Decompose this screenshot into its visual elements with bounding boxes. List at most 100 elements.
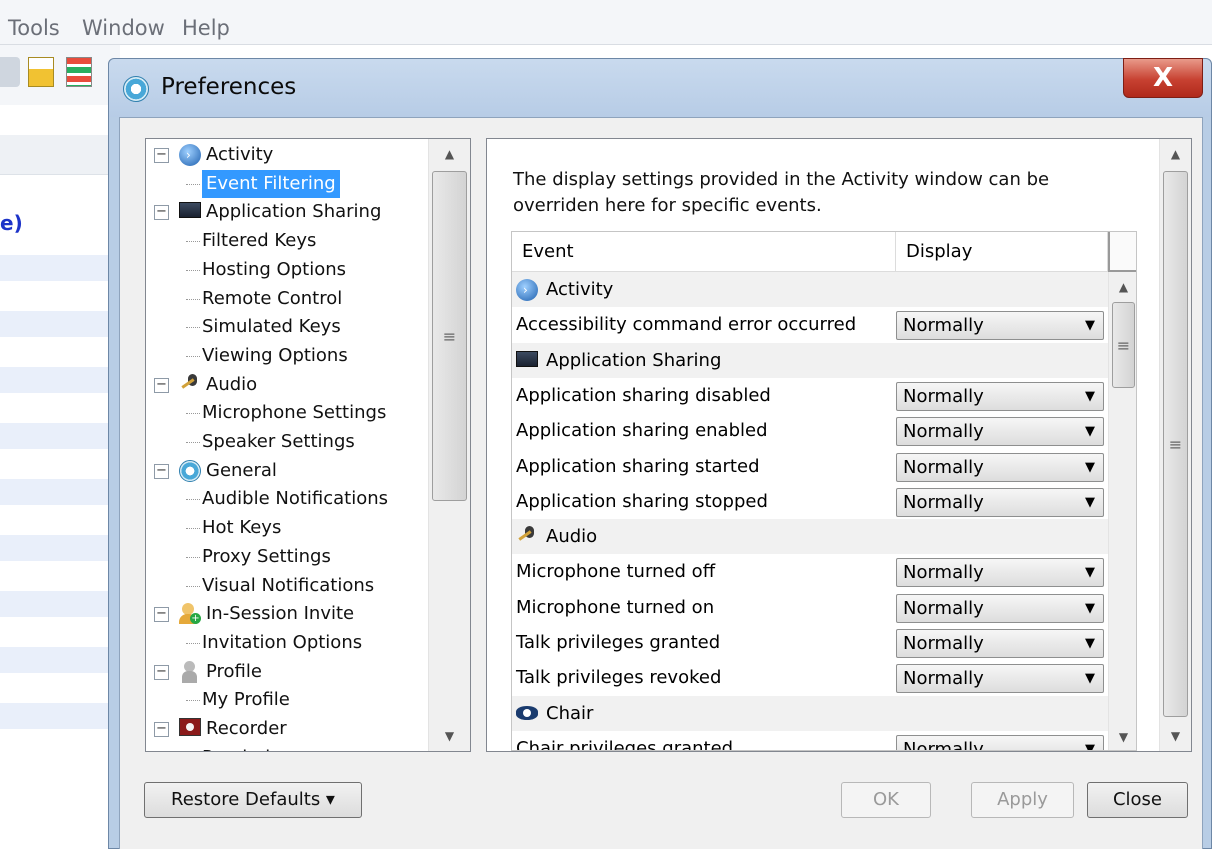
list-item xyxy=(0,535,118,561)
dialog-titlebar[interactable]: Preferences X xyxy=(109,58,1211,117)
tree-item-label: Speaker Settings xyxy=(202,431,355,452)
table-row[interactable]: Talk privileges revoked Normally ▼ xyxy=(512,660,1108,695)
tree-item-hot-keys[interactable]: Hot Keys xyxy=(146,514,428,542)
display-dropdown[interactable]: Normally ▼ xyxy=(896,664,1104,694)
column-header-display[interactable]: Display xyxy=(896,232,1108,272)
tree-item-filtered-keys[interactable]: Filtered Keys xyxy=(146,227,428,255)
tree-item-label: Visual Notifications xyxy=(202,574,375,596)
activity-icon: › xyxy=(516,279,538,301)
menu-tools[interactable]: Tools xyxy=(8,16,60,40)
background-partial-link[interactable]: e) xyxy=(0,211,23,235)
apply-button[interactable]: Apply xyxy=(971,782,1074,818)
tree-item-label: Reminder xyxy=(202,744,289,751)
list-item xyxy=(0,367,118,393)
table-scrollbar[interactable]: ▲ ≡ ▼ xyxy=(1108,272,1136,750)
tree-collapse-toggle[interactable]: − xyxy=(154,205,169,221)
event-label: Talk privileges granted xyxy=(516,632,721,653)
display-dropdown-value: Normally xyxy=(903,738,984,751)
panel-scrollbar[interactable]: ▲ ≡ ▼ xyxy=(1159,139,1191,751)
scroll-down-arrow-icon[interactable]: ▼ xyxy=(1109,724,1136,750)
tree-connector xyxy=(186,269,200,271)
table-row[interactable]: Talk privileges granted Normally ▼ xyxy=(512,625,1108,660)
panel-description: The display settings provided in the Act… xyxy=(513,169,1050,216)
tree-connector xyxy=(186,413,200,415)
ok-button[interactable]: OK xyxy=(841,782,931,818)
window-close-button[interactable]: X xyxy=(1123,58,1203,98)
table-row[interactable]: Application sharing stopped Normally ▼ xyxy=(512,484,1108,519)
tree-item-invitation-options[interactable]: Invitation Options xyxy=(146,629,428,657)
menu-help[interactable]: Help xyxy=(182,16,230,40)
tree-collapse-toggle[interactable]: − xyxy=(154,664,169,680)
display-dropdown[interactable]: Normally ▼ xyxy=(896,629,1104,658)
list-icon[interactable] xyxy=(66,57,92,87)
display-dropdown[interactable]: Normally ▼ xyxy=(896,734,1104,751)
scroll-down-arrow-icon[interactable]: ▼ xyxy=(1160,723,1191,749)
chevron-down-icon: ▼ xyxy=(1085,318,1095,334)
panel-scroll-thumb[interactable]: ≡ xyxy=(1163,171,1188,717)
tree-item-event-filtering[interactable]: Event Filtering xyxy=(146,169,428,198)
table-row[interactable]: Application sharing started Normally ▼ xyxy=(512,449,1108,484)
toolbar-icon-partial[interactable] xyxy=(0,57,20,87)
tree-group-general[interactable]: − General xyxy=(146,457,428,485)
display-dropdown[interactable]: Normally ▼ xyxy=(896,311,1104,341)
display-dropdown[interactable]: Normally ▼ xyxy=(896,417,1104,447)
tree-group-in-session-invite[interactable]: − + In-Session Invite xyxy=(146,600,428,628)
tree-item-reminder[interactable]: Reminder xyxy=(146,744,428,751)
scroll-down-arrow-icon[interactable]: ▼ xyxy=(429,723,470,749)
tree-item-proxy-settings[interactable]: Proxy Settings xyxy=(146,543,428,571)
tree-group-recorder[interactable]: − Recorder xyxy=(146,715,428,743)
tree-item-simulated-keys[interactable]: Simulated Keys xyxy=(146,313,428,341)
event-label: Application sharing stopped xyxy=(516,490,768,512)
lock-document-icon[interactable] xyxy=(28,57,54,87)
scroll-up-arrow-icon[interactable]: ▲ xyxy=(1109,274,1136,300)
restore-defaults-button[interactable]: Restore Defaults ▾ xyxy=(144,782,362,818)
table-row[interactable]: Accessibility command error occurred Norm… xyxy=(512,307,1108,342)
tree-item-remote-control[interactable]: Remote Control xyxy=(146,285,428,313)
tree-group-profile[interactable]: − Profile xyxy=(146,658,428,686)
event-label: Chair privileges granted xyxy=(516,737,734,751)
tree-item-label: Application Sharing xyxy=(206,201,382,223)
tree-collapse-toggle[interactable]: − xyxy=(154,607,169,623)
display-dropdown-value: Normally xyxy=(903,456,984,478)
tree-scroll-thumb[interactable]: ≡ xyxy=(432,171,467,501)
tree-item-microphone-settings[interactable]: Microphone Settings xyxy=(146,399,428,427)
close-button[interactable]: Close xyxy=(1087,782,1188,818)
general-icon xyxy=(179,459,201,482)
table-row[interactable]: Microphone turned on Normally ▼ xyxy=(512,590,1108,625)
column-header-event[interactable]: Event xyxy=(512,232,896,272)
tree-collapse-toggle[interactable]: − xyxy=(154,722,169,737)
scroll-up-arrow-icon[interactable]: ▲ xyxy=(1160,141,1191,167)
tree-group-activity[interactable]: − › Activity xyxy=(146,141,428,169)
tree-item-hosting-options[interactable]: Hosting Options xyxy=(146,256,428,284)
event-label: Application sharing started xyxy=(516,455,760,477)
dialog-body: − › Activity Event Filtering − Application Sh… xyxy=(119,117,1203,849)
chevron-down-icon: ▼ xyxy=(1085,388,1095,404)
display-dropdown[interactable]: Normally ▼ xyxy=(896,452,1104,482)
table-row[interactable]: Application sharing enabled Normally ▼ xyxy=(512,413,1108,448)
tree-connector xyxy=(186,499,200,501)
display-dropdown[interactable]: Normally ▼ xyxy=(896,381,1104,411)
table-scroll-thumb[interactable]: ≡ xyxy=(1112,302,1135,388)
table-row[interactable]: Microphone turned off Normally ▼ xyxy=(512,554,1108,589)
scroll-up-arrow-icon[interactable]: ▲ xyxy=(429,141,470,167)
display-dropdown[interactable]: Normally ▼ xyxy=(896,487,1104,517)
tree-scrollbar[interactable]: ▲ ≡ ▼ xyxy=(428,139,470,751)
chevron-down-icon: ▼ xyxy=(1085,424,1095,440)
menu-window[interactable]: Window xyxy=(82,16,165,40)
tree-collapse-toggle[interactable]: − xyxy=(154,148,169,163)
tree-item-visual-notifications[interactable]: Visual Notifications xyxy=(146,572,428,600)
table-row[interactable]: Chair privileges granted Normally ▼ xyxy=(512,731,1108,751)
tree-item-my-profile[interactable]: My Profile xyxy=(146,686,428,714)
tree-group-audio[interactable]: − Audio xyxy=(146,371,428,399)
tree-group-application-sharing[interactable]: − Application Sharing xyxy=(146,198,428,226)
tree-item-viewing-options[interactable]: Viewing Options xyxy=(146,342,428,370)
display-dropdown[interactable]: Normally ▼ xyxy=(896,593,1104,623)
tree-item-label: Remote Control xyxy=(202,287,343,309)
tree-collapse-toggle[interactable]: − xyxy=(154,463,169,479)
display-dropdown[interactable]: Normally ▼ xyxy=(896,558,1104,588)
tree-item-audible-notifications[interactable]: Audible Notifications xyxy=(146,485,428,513)
table-row[interactable]: Application sharing disabled Normally ▼ xyxy=(512,378,1108,413)
chevron-down-icon: ▼ xyxy=(1085,600,1095,616)
tree-collapse-toggle[interactable]: − xyxy=(154,377,169,393)
tree-item-speaker-settings[interactable]: Speaker Settings xyxy=(146,428,428,456)
